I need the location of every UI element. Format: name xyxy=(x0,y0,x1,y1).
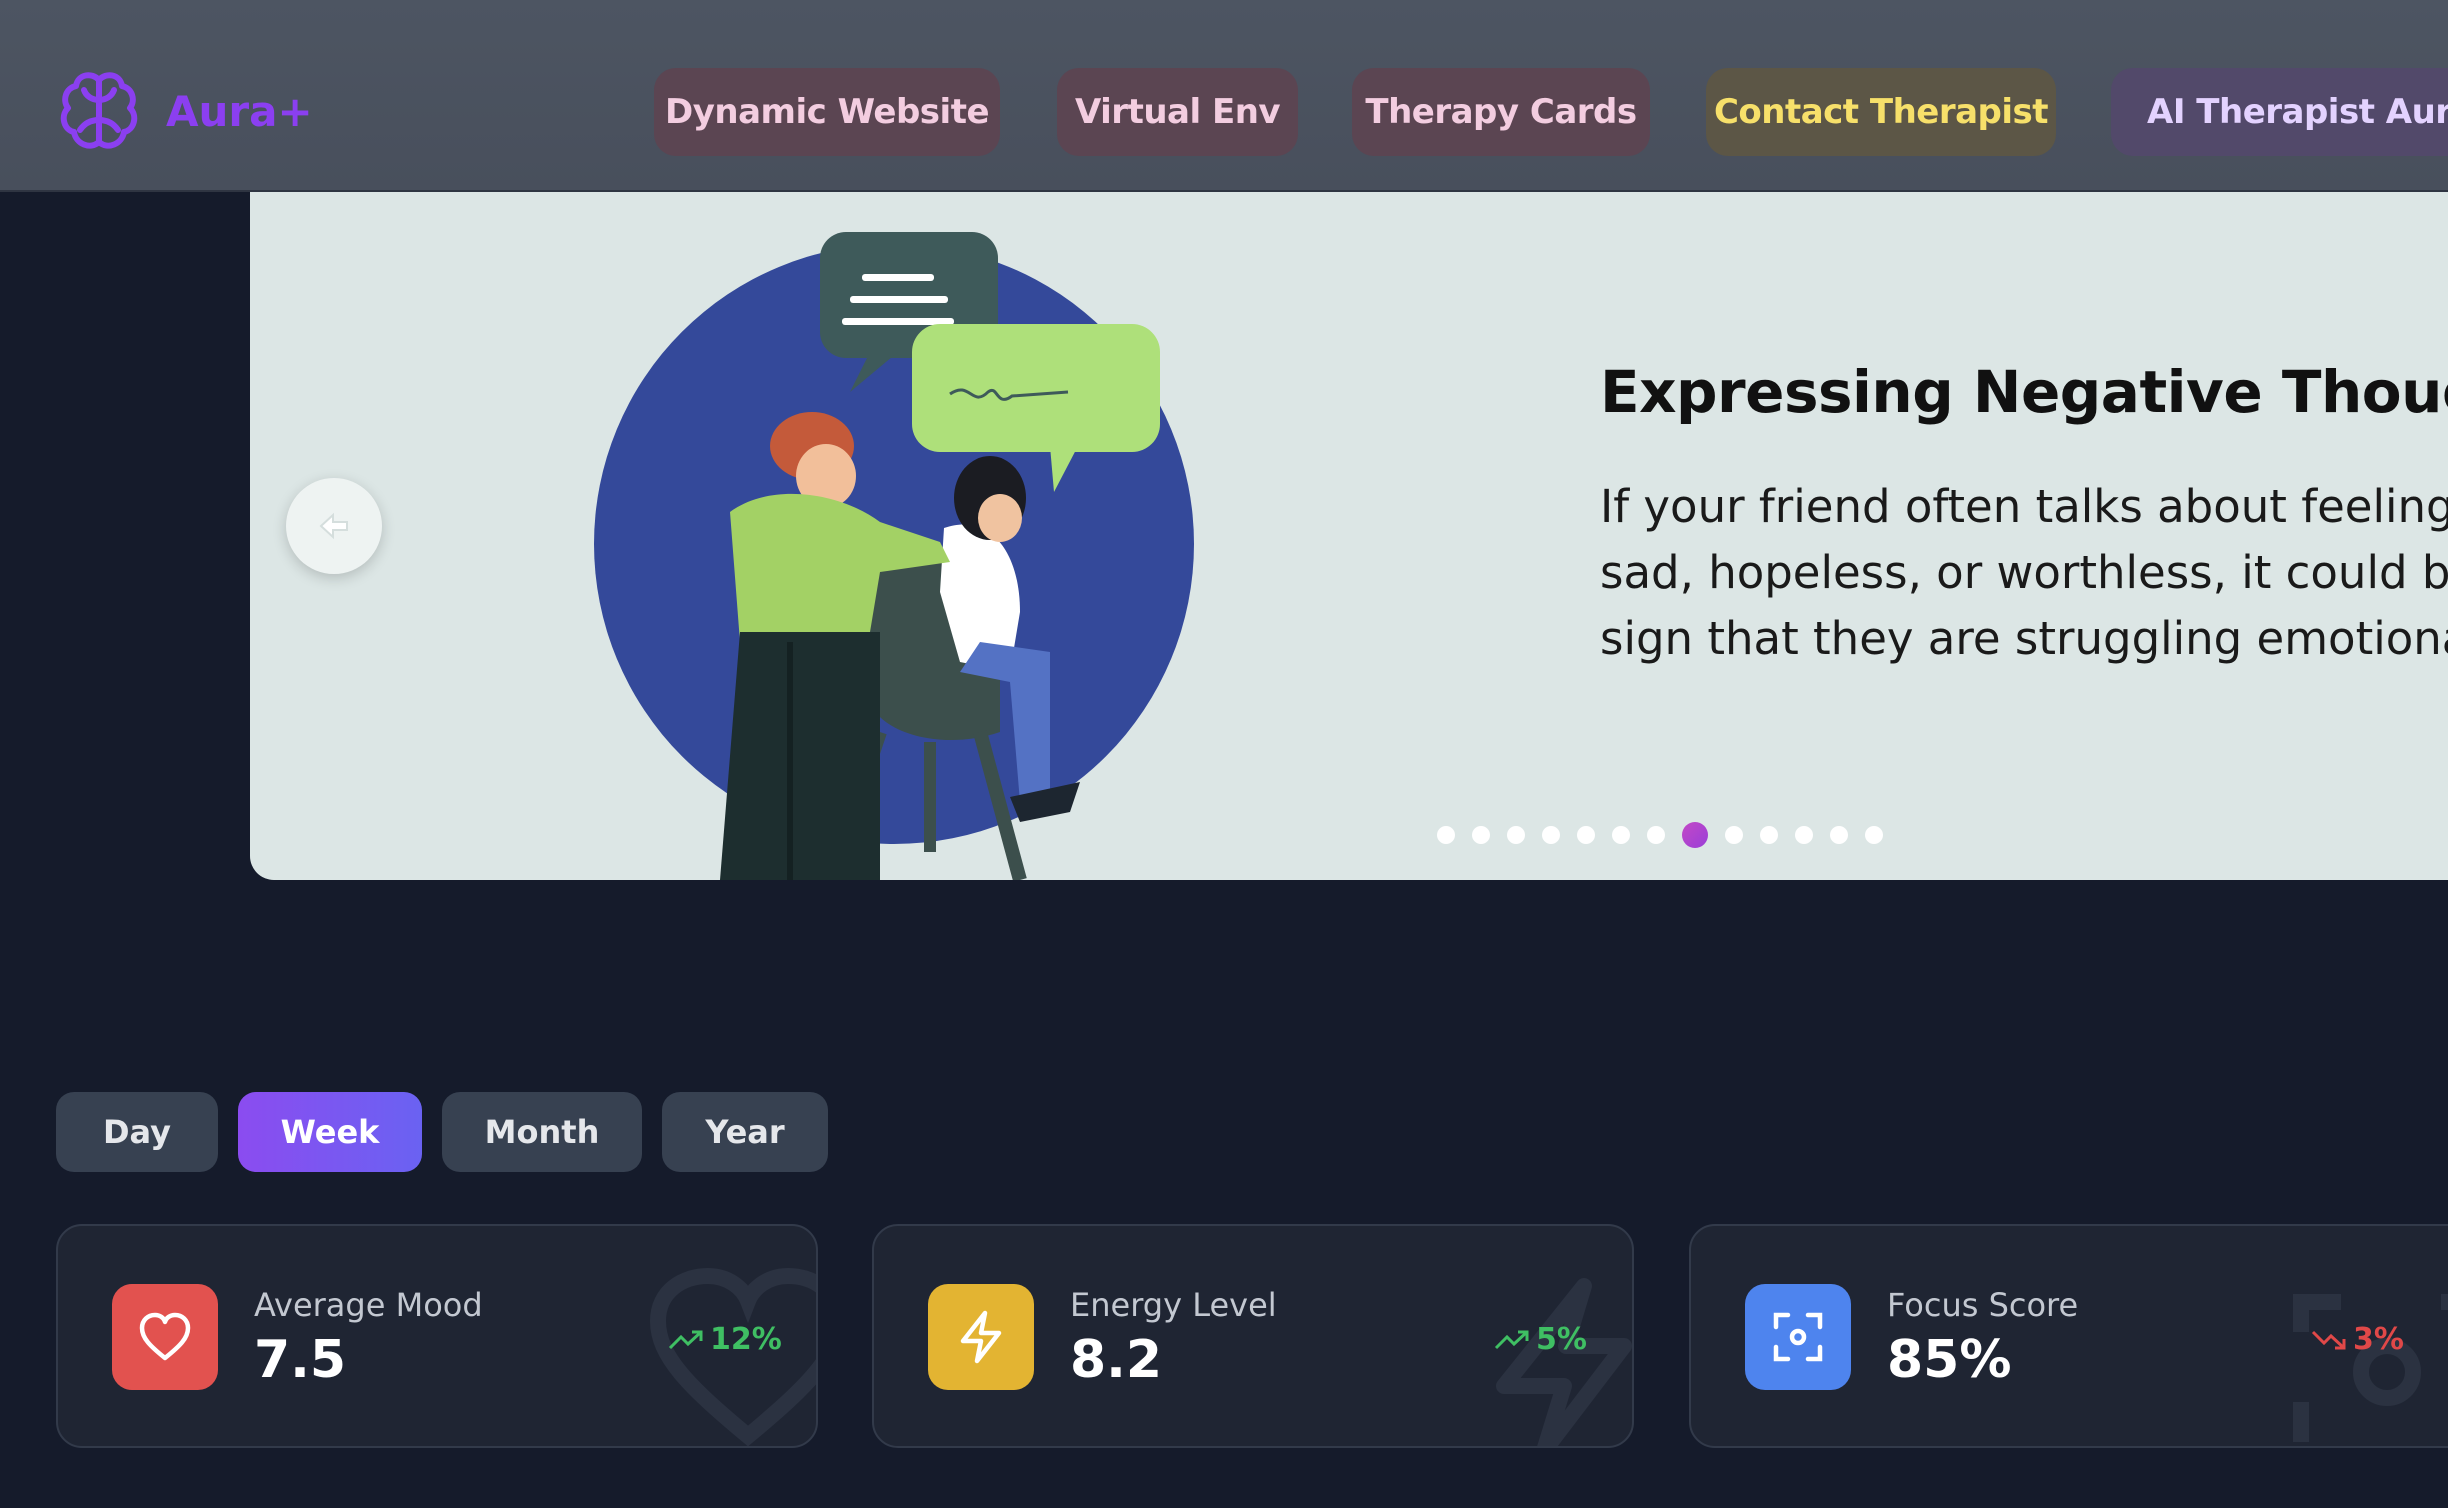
arrow-left-icon xyxy=(319,512,348,540)
carousel-dot[interactable] xyxy=(1507,826,1525,844)
tab-year[interactable]: Year xyxy=(662,1092,828,1172)
focus-watermark-icon xyxy=(2293,1294,2448,1442)
stat-trend-value: 3% xyxy=(2353,1322,2404,1357)
heart-watermark-icon xyxy=(649,1267,816,1446)
stat-trend-value: 12% xyxy=(710,1322,782,1357)
slide-body: If your friend often talks about feeling… xyxy=(1600,480,2448,665)
focus-icon xyxy=(1745,1284,1851,1390)
nav-contact-therapist[interactable]: Contact Therapist xyxy=(1706,68,2056,156)
carousel-dot[interactable] xyxy=(1795,826,1813,844)
stat-value: 8.2 xyxy=(1070,1330,1163,1390)
trend-up-icon xyxy=(1494,1330,1529,1349)
carousel-dot[interactable] xyxy=(1472,826,1490,844)
carousel-dot[interactable] xyxy=(1647,826,1665,844)
stat-card-average-mood: Average Mood 7.5 12% xyxy=(56,1224,818,1448)
carousel-dot[interactable] xyxy=(1577,826,1595,844)
stat-value: 85% xyxy=(1887,1330,2012,1390)
carousel-dot[interactable] xyxy=(1725,826,1743,844)
period-tabs: Day Week Month Year xyxy=(56,1092,848,1172)
top-header: Aura+ Dynamic Website Virtual Env Therap… xyxy=(0,0,2448,192)
tab-day[interactable]: Day xyxy=(56,1092,218,1172)
heart-icon xyxy=(112,1284,218,1390)
carousel-dot[interactable] xyxy=(1830,826,1848,844)
stat-label: Average Mood xyxy=(254,1286,483,1324)
slide-title: Expressing Negative Though xyxy=(1600,358,2448,426)
stat-label: Focus Score xyxy=(1887,1286,2079,1324)
carousel-prev-button[interactable] xyxy=(286,478,382,574)
carousel-dot[interactable] xyxy=(1437,826,1455,844)
stat-trend: 3% xyxy=(2311,1322,2404,1357)
lightning-watermark-icon xyxy=(1496,1278,1632,1446)
stat-value: 7.5 xyxy=(254,1330,347,1390)
stat-card-focus-score: Focus Score 85% 3% xyxy=(1689,1224,2448,1448)
stat-label: Energy Level xyxy=(1070,1286,1277,1324)
brain-icon xyxy=(60,72,138,149)
stat-trend: 5% xyxy=(1494,1322,1587,1357)
nav-virtual-env[interactable]: Virtual Env xyxy=(1057,68,1298,156)
stat-trend-value: 5% xyxy=(1536,1322,1587,1357)
lightning-icon xyxy=(928,1284,1034,1390)
carousel-dot[interactable] xyxy=(1682,822,1708,848)
nav-dynamic-website[interactable]: Dynamic Website xyxy=(654,68,1000,156)
tab-week[interactable]: Week xyxy=(238,1092,422,1172)
carousel-pagination xyxy=(1437,822,1900,848)
carousel-dot[interactable] xyxy=(1865,826,1883,844)
app-logo[interactable]: Aura+ xyxy=(56,68,313,154)
therapy-illustration xyxy=(594,232,1194,880)
therapy-carousel: Expressing Negative Though If your frien… xyxy=(250,192,2448,880)
stat-card-energy-level: Energy Level 8.2 5% xyxy=(872,1224,1634,1448)
carousel-dot[interactable] xyxy=(1542,826,1560,844)
trend-up-icon xyxy=(668,1330,703,1349)
nav-ai-therapist-aura[interactable]: AI Therapist Aura xyxy=(2111,68,2448,156)
nav-therapy-cards[interactable]: Therapy Cards xyxy=(1352,68,1650,156)
tab-month[interactable]: Month xyxy=(442,1092,642,1172)
app-name: Aura+ xyxy=(166,86,313,136)
carousel-dot[interactable] xyxy=(1612,826,1630,844)
stat-trend: 12% xyxy=(668,1322,782,1357)
carousel-dot[interactable] xyxy=(1760,826,1778,844)
trend-down-icon xyxy=(2311,1330,2346,1349)
